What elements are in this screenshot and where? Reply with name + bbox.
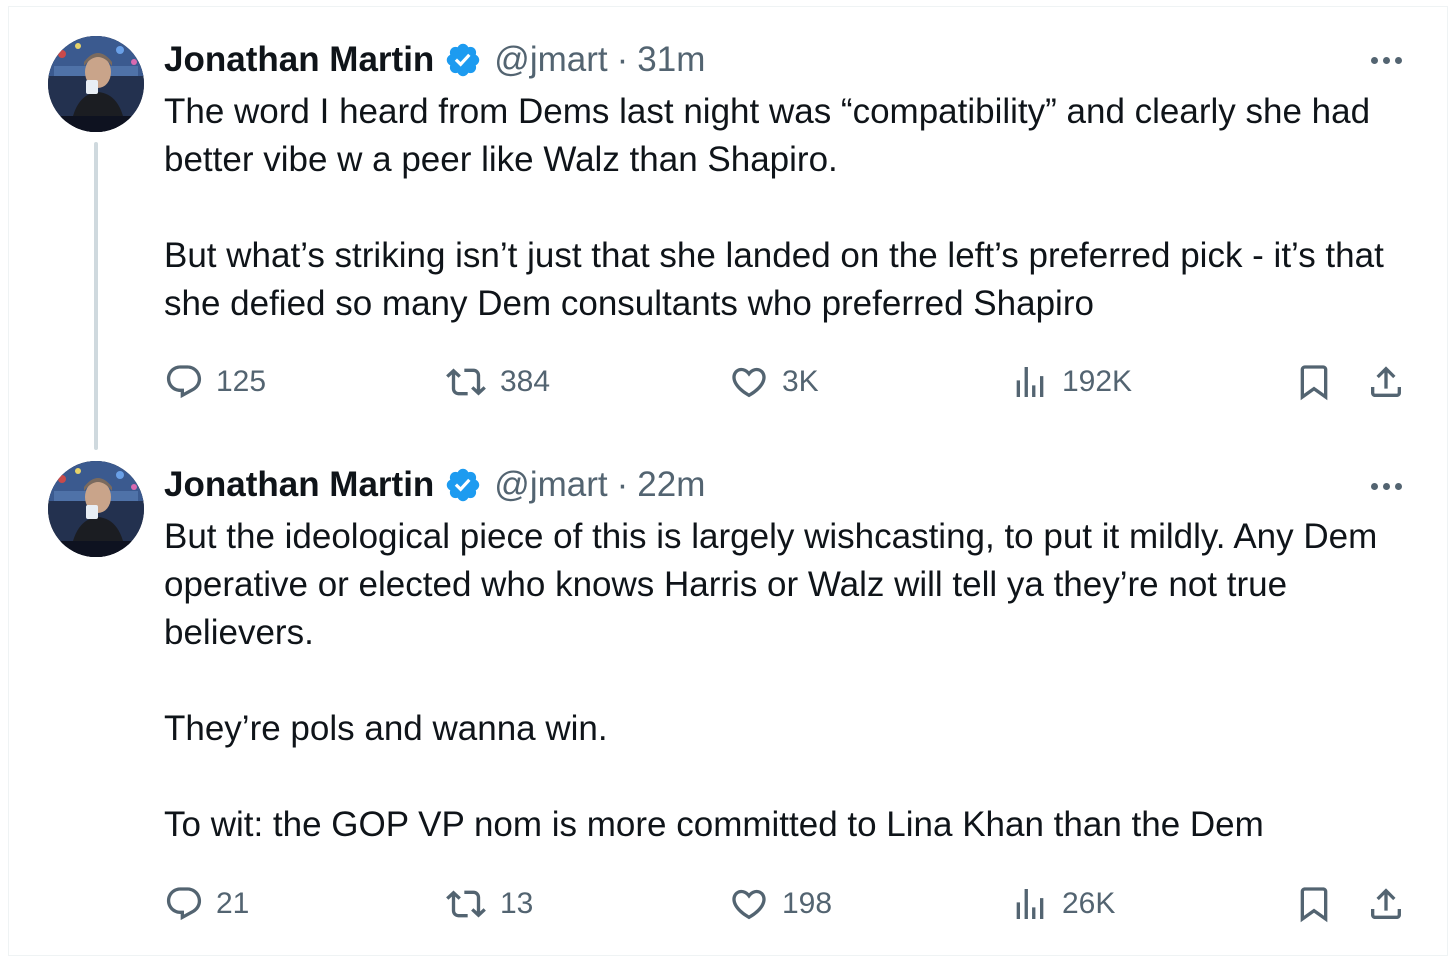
bookmark-button[interactable] <box>1294 358 1334 406</box>
repost-count: 384 <box>500 365 551 398</box>
reply-count: 21 <box>216 887 250 920</box>
bookmark-icon <box>1294 362 1334 402</box>
tweet-paragraph: But what’s striking isn’t just that she … <box>164 236 1384 323</box>
tweet-text: The word I heard from Dems last night wa… <box>164 88 1426 328</box>
author-handle[interactable]: @jmart <box>494 40 607 80</box>
tweet-header: Jonathan Martin @jmart · 31m <box>164 36 705 84</box>
tweet[interactable]: Jonathan Martin @jmart · 22m But the ide… <box>0 455 1456 955</box>
tweet-paragraph: But the ideological piece of this is lar… <box>164 517 1378 652</box>
author-name[interactable]: Jonathan Martin <box>164 40 434 80</box>
reply-button[interactable]: 21 <box>164 880 249 928</box>
repost-button[interactable]: 13 <box>444 880 533 928</box>
verified-badge-icon <box>444 466 482 504</box>
like-count: 3K <box>782 365 819 398</box>
author-handle[interactable]: @jmart <box>494 465 607 505</box>
share-icon <box>1366 362 1406 402</box>
reply-button[interactable]: 125 <box>164 358 266 406</box>
repost-button[interactable]: 384 <box>444 358 550 406</box>
share-button[interactable] <box>1366 880 1406 928</box>
reply-icon <box>164 884 204 924</box>
author-name[interactable]: Jonathan Martin <box>164 465 434 505</box>
tweet-text: But the ideological piece of this is lar… <box>164 513 1426 849</box>
like-button[interactable]: 3K <box>728 358 819 406</box>
tweet-actions: 125 384 3K 192K <box>0 358 1456 406</box>
like-button[interactable]: 198 <box>728 880 832 928</box>
reply-count: 125 <box>216 365 267 398</box>
views-count: 26K <box>1062 887 1116 920</box>
bookmark-icon <box>1294 884 1334 924</box>
views-count: 192K <box>1062 365 1133 398</box>
like-count: 198 <box>782 887 833 920</box>
views-icon <box>1010 884 1050 924</box>
tweet-paragraph: They’re pols and wanna win. <box>164 709 608 748</box>
tweet-header: Jonathan Martin @jmart · 22m <box>164 461 705 509</box>
views-button[interactable]: 192K <box>1010 358 1132 406</box>
reply-icon <box>164 362 204 402</box>
tweet-paragraph: To wit: the GOP VP nom is more committed… <box>164 805 1264 844</box>
repost-count: 13 <box>500 887 534 920</box>
bookmark-button[interactable] <box>1294 880 1334 928</box>
tweet-actions: 21 13 198 26K <box>0 880 1456 928</box>
more-options-icon[interactable] <box>1364 50 1408 70</box>
heart-icon <box>728 884 770 924</box>
share-button[interactable] <box>1366 358 1406 406</box>
heart-icon <box>728 362 770 402</box>
timestamp[interactable]: 31m <box>637 40 705 80</box>
tweet-paragraph: The word I heard from Dems last night wa… <box>164 92 1371 179</box>
views-icon <box>1010 362 1050 402</box>
repost-icon <box>444 884 488 924</box>
more-options-icon[interactable] <box>1364 476 1408 496</box>
separator-dot: · <box>616 465 629 504</box>
avatar[interactable] <box>48 36 144 132</box>
repost-icon <box>444 362 488 402</box>
share-icon <box>1366 884 1406 924</box>
avatar[interactable] <box>48 461 144 557</box>
tweet[interactable]: Jonathan Martin @jmart · 31m The word I … <box>0 0 1456 455</box>
timestamp[interactable]: 22m <box>637 465 705 505</box>
verified-badge-icon <box>444 41 482 79</box>
views-button[interactable]: 26K <box>1010 880 1115 928</box>
separator-dot: · <box>616 40 629 79</box>
